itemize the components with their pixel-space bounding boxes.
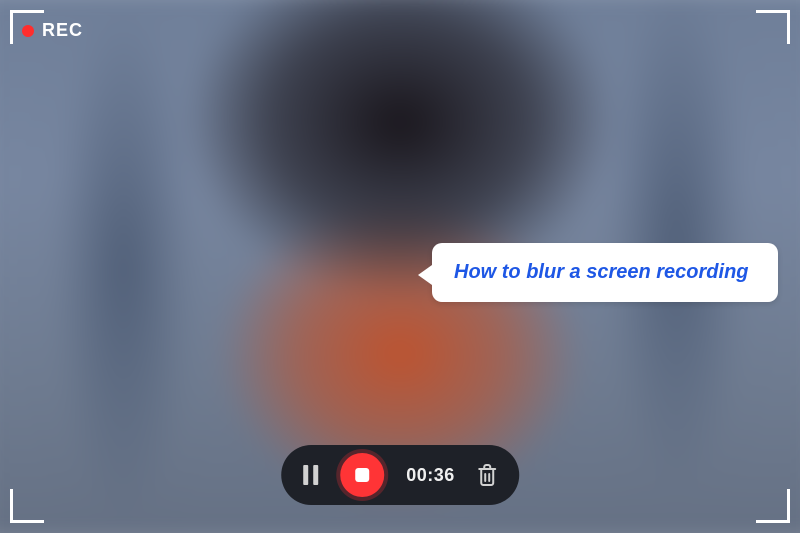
pause-icon	[303, 465, 318, 485]
rec-dot-icon	[22, 25, 34, 37]
recording-toolbar: 00:36	[281, 445, 519, 505]
stop-record-button[interactable]	[340, 453, 384, 497]
recording-timer: 00:36	[406, 465, 455, 486]
pause-button[interactable]	[303, 465, 318, 485]
delete-button[interactable]	[477, 464, 497, 486]
rec-label: REC	[42, 20, 83, 41]
trash-icon	[477, 464, 497, 486]
stop-icon	[355, 468, 369, 482]
rec-indicator: REC	[22, 20, 83, 41]
tooltip-bubble: How to blur a screen recording	[432, 243, 778, 302]
tooltip-text: How to blur a screen recording	[454, 261, 749, 283]
